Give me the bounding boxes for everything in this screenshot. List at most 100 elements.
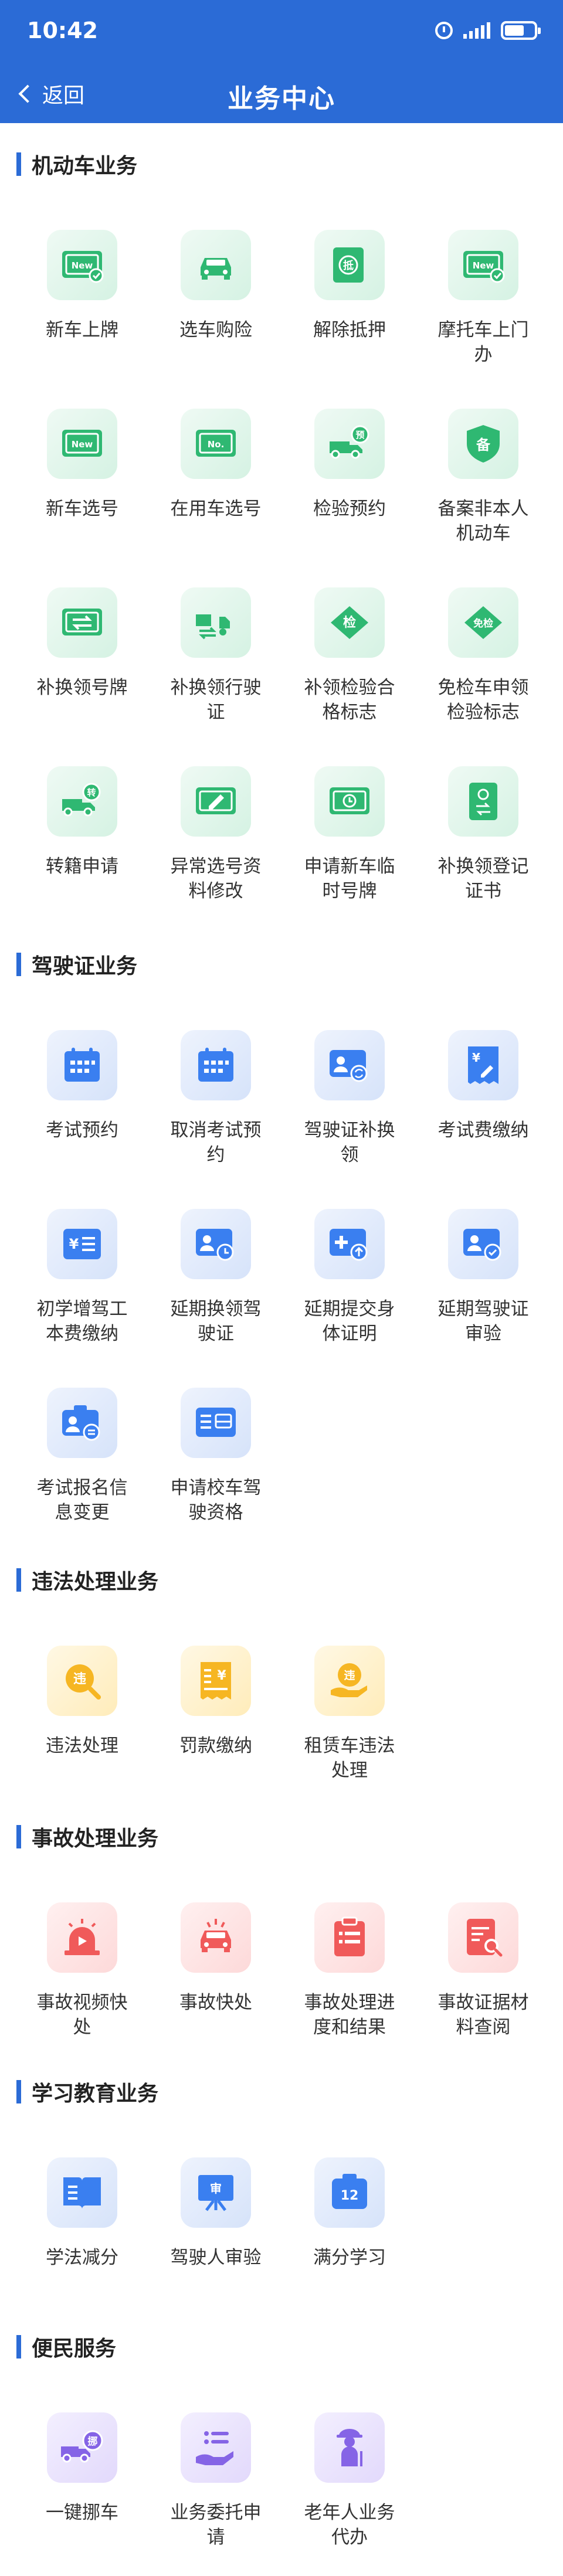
service-tile[interactable]: 备备案非本人机动车 <box>430 409 536 546</box>
section-accent-bar <box>16 2335 21 2358</box>
section-title: 违法处理业务 <box>32 1570 159 1594</box>
service-tile-label: 申请校车驾驶资格 <box>170 1477 262 1523</box>
service-tile[interactable]: 事故快处 <box>163 1902 269 2015</box>
service-tile[interactable]: 预检验预约 <box>297 409 402 521</box>
inspection-diamond-icon: 检 <box>314 587 385 658</box>
service-tile-label: 选车购险 <box>179 320 252 341</box>
score-12-icon: 12 <box>314 2157 385 2228</box>
battery-icon <box>501 21 541 40</box>
service-tile[interactable]: 抵解除抵押 <box>297 230 402 342</box>
svg-text:备: 备 <box>476 437 491 453</box>
service-tile[interactable]: 考试报名信息变更 <box>29 1388 135 1525</box>
service-tile-label: 备案非本人机动车 <box>437 498 529 544</box>
service-tile-label: 检验预约 <box>313 498 386 519</box>
svg-text:¥: ¥ <box>472 1051 480 1065</box>
service-tile[interactable]: 补换领登记证书 <box>430 766 536 903</box>
service-tile-label: 驾驶人审验 <box>170 2247 262 2268</box>
service-tile[interactable]: 老年人业务代办 <box>297 2412 402 2550</box>
service-tile[interactable]: 审驾驶人审验 <box>163 2157 269 2270</box>
truck-reserve-icon: 预 <box>314 409 385 479</box>
section-title: 学习教育业务 <box>32 2082 159 2106</box>
service-tile[interactable]: 12 满分学习 <box>297 2157 402 2270</box>
service-tile[interactable]: 学法减分 <box>29 2157 135 2270</box>
service-tile[interactable]: 驾驶证补换领 <box>297 1030 402 1167</box>
service-tile[interactable]: 转转籍申请 <box>29 766 135 879</box>
school-bus-card-icon <box>181 1388 251 1458</box>
svg-text:New: New <box>473 260 494 271</box>
service-tile[interactable]: 补换领号牌 <box>29 587 135 700</box>
medical-upload-icon <box>314 1209 385 1279</box>
service-tile[interactable]: New 新车上牌 <box>29 230 135 342</box>
svg-text:预: 预 <box>355 430 364 440</box>
service-tile[interactable]: 取消考试预约 <box>163 1030 269 1167</box>
vehicle-license-swap-icon <box>181 587 251 658</box>
service-tile-label: 补领检验合格标志 <box>304 677 395 723</box>
service-tile[interactable]: 申请新车临时号牌 <box>297 766 402 903</box>
new-plate-icon: New <box>47 409 117 479</box>
svg-text:New: New <box>72 260 93 271</box>
new-plate-check-icon: New <box>47 230 117 300</box>
clipboard-icon <box>314 1902 385 1973</box>
service-tile-label: 老年人业务代办 <box>304 2502 395 2548</box>
id-card-swap-icon <box>47 1388 117 1458</box>
service-tile[interactable]: 选车购险 <box>163 230 269 342</box>
edit-card-icon <box>181 766 251 837</box>
service-tile[interactable]: 申请校车驾驶资格 <box>163 1388 269 1525</box>
violation-hand-icon: 违 <box>314 1646 385 1716</box>
service-tile[interactable]: 事故处理进度和结果 <box>297 1902 402 2040</box>
service-tile[interactable]: 延期提交身体证明 <box>297 1209 402 1346</box>
yuan-list-icon: ¥ <box>47 1209 117 1279</box>
mortgage-seal-icon: 抵 <box>314 230 385 300</box>
document-search-icon <box>448 1902 518 1973</box>
svg-text:¥: ¥ <box>69 1236 79 1252</box>
service-tile-label: 考试报名信息变更 <box>36 1477 128 1523</box>
service-tile[interactable]: 检补领检验合格标志 <box>297 587 402 725</box>
section-accent-bar <box>16 1568 21 1592</box>
service-tile[interactable]: 业务委托申请 <box>163 2412 269 2550</box>
service-tile[interactable]: 考试预约 <box>29 1030 135 1143</box>
service-tile-label: 满分学习 <box>313 2247 386 2268</box>
service-tile[interactable]: 免检 免检车申领检验标志 <box>430 587 536 725</box>
alarm-icon <box>435 22 453 39</box>
service-tile-label: 一键挪车 <box>46 2502 118 2523</box>
service-tile-label: 延期提交身体证明 <box>304 1299 395 1344</box>
service-tile[interactable]: 延期驾驶证审验 <box>430 1209 536 1346</box>
service-tile[interactable]: ¥ 罚款缴纳 <box>163 1646 269 1758</box>
service-tile-label: 事故视频快处 <box>36 1992 128 2038</box>
svg-text:违: 违 <box>344 1669 355 1682</box>
service-tile[interactable]: ¥ 考试费缴纳 <box>430 1030 536 1143</box>
license-check-icon <box>448 1209 518 1279</box>
transfer-truck-icon: 转 <box>47 766 117 837</box>
service-tile[interactable]: New 新车选号 <box>29 409 135 521</box>
status-icons <box>435 21 541 40</box>
section-header: 驾驶证业务 <box>16 947 137 982</box>
car-icon <box>181 230 251 300</box>
service-tile[interactable]: New 摩托车上门办 <box>430 230 536 367</box>
service-tile-label: 取消考试预约 <box>170 1120 262 1165</box>
service-tile[interactable]: 挪一键挪车 <box>29 2412 135 2525</box>
service-tile-label: 事故处理进度和结果 <box>304 1992 395 2038</box>
service-tile[interactable]: No. 在用车选号 <box>163 409 269 521</box>
svg-text:No.: No. <box>208 439 225 450</box>
service-tile-label: 考试费缴纳 <box>437 1120 529 1141</box>
service-tile[interactable]: 补换领行驶证 <box>163 587 269 725</box>
section-title: 事故处理业务 <box>32 1827 159 1851</box>
service-tile[interactable]: 延期换领驾驶证 <box>163 1209 269 1346</box>
service-tile[interactable]: 异常选号资料修改 <box>163 766 269 903</box>
service-tile[interactable]: ¥ 初学增驾工本费缴纳 <box>29 1209 135 1346</box>
section-header: 违法处理业务 <box>16 1562 158 1598</box>
service-tile[interactable]: 违租赁车违法处理 <box>297 1646 402 1783</box>
service-tile[interactable]: 事故视频快处 <box>29 1902 135 2040</box>
service-tile-label: 罚款缴纳 <box>179 1735 252 1756</box>
number-plate-icon: No. <box>181 409 251 479</box>
app-header: 10:42 返回 业务中心 <box>0 0 563 123</box>
svg-text:免检: 免检 <box>473 617 493 630</box>
service-tile-label: 业务委托申请 <box>170 2502 262 2548</box>
filing-shield-icon: 备 <box>448 409 518 479</box>
status-bar: 10:42 <box>0 0 563 64</box>
violation-search-icon: 违 <box>47 1646 117 1716</box>
section-accent-bar <box>16 2080 21 2103</box>
service-tile[interactable]: 违违法处理 <box>29 1646 135 1758</box>
service-tile[interactable]: 事故证据材料查阅 <box>430 1902 536 2040</box>
svg-text:转: 转 <box>87 787 96 798</box>
